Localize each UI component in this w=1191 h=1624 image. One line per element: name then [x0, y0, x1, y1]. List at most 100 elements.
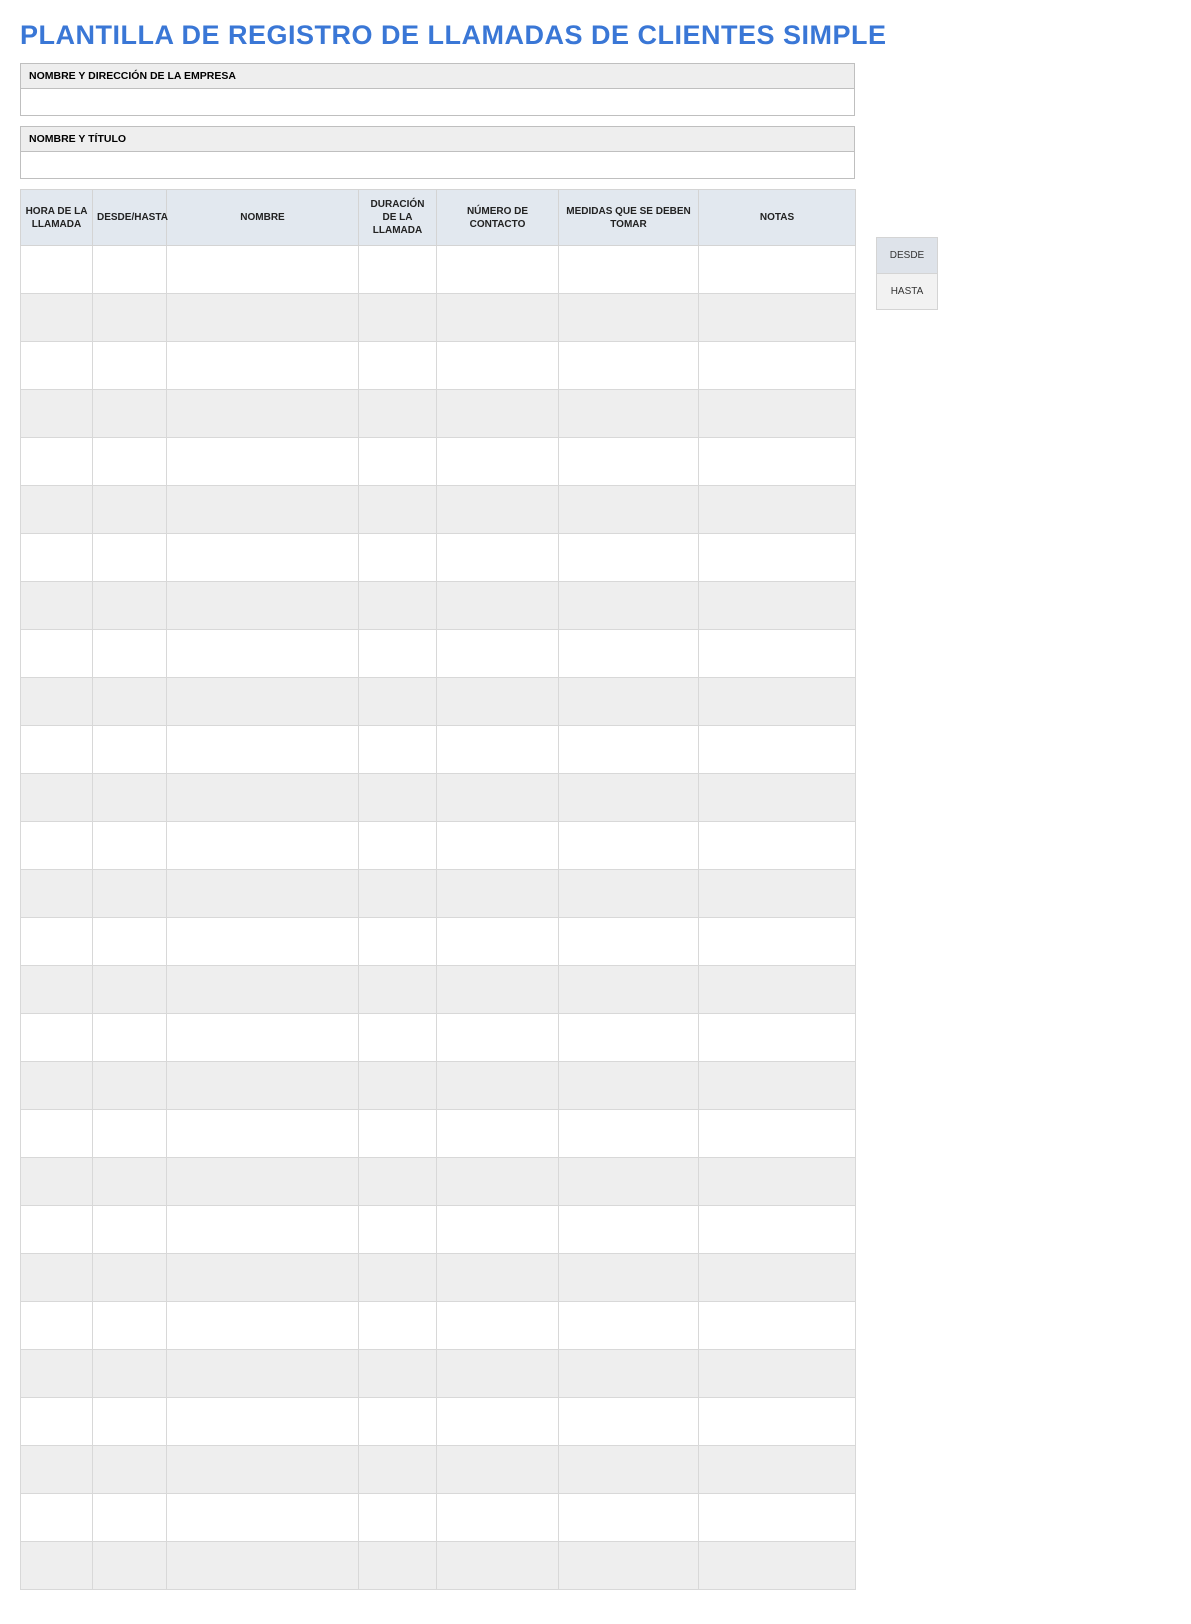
table-cell[interactable]	[699, 1110, 856, 1158]
cell-input[interactable]	[93, 1254, 166, 1301]
table-cell[interactable]	[359, 1062, 437, 1110]
cell-input[interactable]	[559, 822, 698, 869]
table-cell[interactable]	[359, 678, 437, 726]
table-cell[interactable]	[437, 1398, 559, 1446]
cell-input[interactable]	[167, 1254, 358, 1301]
cell-input[interactable]	[359, 1542, 436, 1589]
table-cell[interactable]	[359, 726, 437, 774]
table-cell[interactable]	[21, 582, 93, 630]
cell-input[interactable]	[93, 294, 166, 341]
table-cell[interactable]	[437, 342, 559, 390]
table-cell[interactable]	[437, 1542, 559, 1590]
cell-input[interactable]	[437, 1206, 558, 1253]
cell-input[interactable]	[437, 822, 558, 869]
cell-input[interactable]	[21, 582, 92, 629]
cell-input[interactable]	[359, 582, 436, 629]
cell-input[interactable]	[93, 678, 166, 725]
table-cell[interactable]	[437, 1302, 559, 1350]
cell-input[interactable]	[437, 630, 558, 677]
cell-input[interactable]	[699, 774, 855, 821]
cell-input[interactable]	[359, 774, 436, 821]
cell-input[interactable]	[167, 1206, 358, 1253]
table-cell[interactable]	[167, 342, 359, 390]
table-cell[interactable]	[21, 438, 93, 486]
cell-input[interactable]	[93, 438, 166, 485]
table-cell[interactable]	[93, 486, 167, 534]
table-cell[interactable]	[359, 966, 437, 1014]
table-cell[interactable]	[167, 438, 359, 486]
cell-input[interactable]	[559, 1302, 698, 1349]
table-cell[interactable]	[21, 1302, 93, 1350]
table-cell[interactable]	[21, 1158, 93, 1206]
cell-input[interactable]	[699, 294, 855, 341]
cell-input[interactable]	[699, 1014, 855, 1061]
table-cell[interactable]	[437, 438, 559, 486]
cell-input[interactable]	[437, 1254, 558, 1301]
table-cell[interactable]	[559, 294, 699, 342]
cell-input[interactable]	[359, 870, 436, 917]
cell-input[interactable]	[559, 1542, 698, 1589]
cell-input[interactable]	[437, 294, 558, 341]
cell-input[interactable]	[21, 1062, 92, 1109]
cell-input[interactable]	[559, 294, 698, 341]
table-cell[interactable]	[21, 1014, 93, 1062]
cell-input[interactable]	[21, 1542, 92, 1589]
table-cell[interactable]	[437, 1062, 559, 1110]
table-cell[interactable]	[359, 342, 437, 390]
cell-input[interactable]	[167, 1110, 358, 1157]
cell-input[interactable]	[167, 390, 358, 437]
cell-input[interactable]	[699, 246, 855, 293]
table-cell[interactable]	[699, 390, 856, 438]
cell-input[interactable]	[437, 1158, 558, 1205]
table-cell[interactable]	[359, 534, 437, 582]
cell-input[interactable]	[93, 1206, 166, 1253]
table-cell[interactable]	[559, 678, 699, 726]
cell-input[interactable]	[167, 870, 358, 917]
table-cell[interactable]	[559, 582, 699, 630]
cell-input[interactable]	[359, 1398, 436, 1445]
cell-input[interactable]	[93, 534, 166, 581]
table-cell[interactable]	[359, 1542, 437, 1590]
table-cell[interactable]	[699, 774, 856, 822]
table-cell[interactable]	[437, 1158, 559, 1206]
table-cell[interactable]	[359, 294, 437, 342]
table-cell[interactable]	[699, 1014, 856, 1062]
table-cell[interactable]	[167, 1542, 359, 1590]
cell-input[interactable]	[167, 582, 358, 629]
table-cell[interactable]	[699, 534, 856, 582]
table-cell[interactable]	[699, 294, 856, 342]
table-cell[interactable]	[699, 1494, 856, 1542]
cell-input[interactable]	[167, 774, 358, 821]
cell-input[interactable]	[21, 438, 92, 485]
cell-input[interactable]	[93, 1062, 166, 1109]
cell-input[interactable]	[437, 246, 558, 293]
table-cell[interactable]	[559, 1254, 699, 1302]
table-cell[interactable]	[559, 390, 699, 438]
table-cell[interactable]	[699, 678, 856, 726]
table-cell[interactable]	[437, 1254, 559, 1302]
cell-input[interactable]	[21, 774, 92, 821]
table-cell[interactable]	[93, 678, 167, 726]
table-cell[interactable]	[359, 1110, 437, 1158]
cell-input[interactable]	[559, 966, 698, 1013]
cell-input[interactable]	[559, 1398, 698, 1445]
table-cell[interactable]	[93, 294, 167, 342]
table-cell[interactable]	[699, 630, 856, 678]
table-cell[interactable]	[699, 582, 856, 630]
cell-input[interactable]	[359, 438, 436, 485]
table-cell[interactable]	[93, 822, 167, 870]
table-cell[interactable]	[559, 870, 699, 918]
cell-input[interactable]	[437, 390, 558, 437]
cell-input[interactable]	[437, 1350, 558, 1397]
table-cell[interactable]	[167, 582, 359, 630]
cell-input[interactable]	[437, 870, 558, 917]
table-cell[interactable]	[559, 1542, 699, 1590]
table-cell[interactable]	[21, 294, 93, 342]
cell-input[interactable]	[21, 726, 92, 773]
table-cell[interactable]	[699, 822, 856, 870]
table-cell[interactable]	[21, 822, 93, 870]
table-cell[interactable]	[167, 1206, 359, 1254]
cell-input[interactable]	[167, 1398, 358, 1445]
cell-input[interactable]	[437, 1014, 558, 1061]
legend-to[interactable]: HASTA	[877, 274, 938, 310]
